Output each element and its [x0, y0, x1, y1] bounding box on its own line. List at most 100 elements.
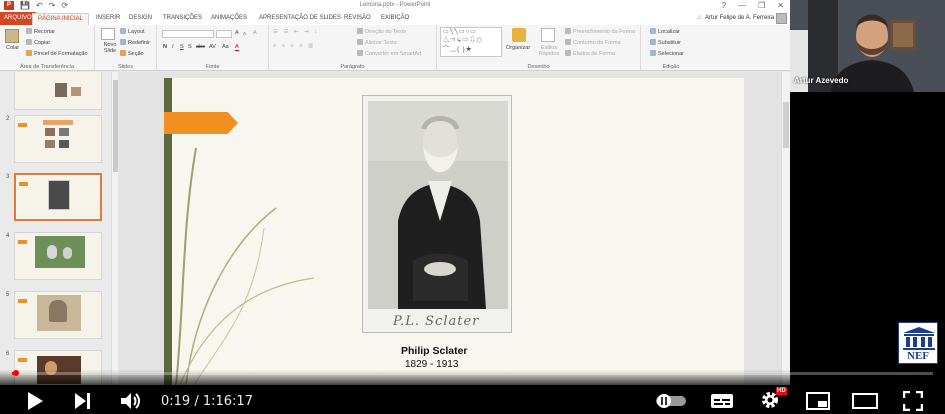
quick-styles-button[interactable]: Estilos Rápidos	[537, 45, 561, 57]
font-name-field[interactable]	[162, 30, 214, 38]
nef-logo-text: NEF	[907, 350, 929, 362]
tab-home[interactable]: PÁGINA INICIAL	[32, 13, 90, 25]
text-direction-button[interactable]: Direção do Texto	[357, 28, 406, 35]
help-icon[interactable]: ?	[722, 1, 726, 10]
drawing-group-label: Desenho	[527, 64, 550, 70]
find-button[interactable]: Localizar	[650, 28, 680, 35]
thumbnail-image	[71, 87, 81, 96]
thumbnail-image	[47, 245, 57, 259]
thumbnails-scroll-thumb[interactable]	[113, 80, 118, 172]
miniplayer-icon[interactable]	[806, 392, 830, 410]
theater-mode-icon[interactable]	[852, 393, 878, 409]
current-slide[interactable]: P.L. Sclater Philip Sclater 1829 - 1913	[164, 78, 744, 385]
slide-number: 3	[6, 174, 10, 180]
slide-number: 6	[6, 351, 10, 357]
tab-design[interactable]: DESIGN	[129, 15, 152, 21]
char-spacing-button[interactable]: AV	[209, 44, 216, 50]
slide-thumbnail[interactable]	[14, 72, 102, 110]
portrait-caption-years: 1829 - 1913	[405, 359, 459, 370]
text-direction-label: Direção do Texto	[365, 29, 407, 35]
reset-button[interactable]: Redefinir	[120, 39, 150, 46]
slide-number: 5	[6, 292, 10, 298]
replace-icon	[650, 39, 656, 45]
section-button[interactable]: Seção	[120, 50, 144, 57]
subtitles-icon[interactable]	[710, 393, 734, 409]
close-icon[interactable]: ✕	[777, 1, 784, 10]
strikethrough-button[interactable]: abc	[196, 44, 205, 50]
ribbon: Colar Recortar Copiar Pincel de Formataç…	[0, 25, 790, 71]
play-icon[interactable]	[26, 391, 44, 411]
autoplay-toggle-icon[interactable]	[654, 393, 688, 409]
list-buttons[interactable]: ☰ ☰ ⇤ ⇥ ↕	[273, 29, 319, 35]
smartart-icon	[357, 50, 363, 56]
slide-thumbnail[interactable]	[14, 232, 102, 280]
user-avatar[interactable]	[776, 13, 787, 24]
grow-font-button[interactable]: A	[235, 30, 239, 36]
webcam-name-label: Artur Azevedo	[794, 76, 849, 85]
underline-button[interactable]: S	[180, 44, 184, 50]
portrait-image[interactable]: P.L. Sclater	[362, 95, 512, 333]
bold-button[interactable]: N	[163, 44, 167, 50]
align-buttons[interactable]: ≡ ≡ ≡ ≡ ▥	[273, 43, 315, 49]
change-case-button[interactable]: Aa	[222, 44, 229, 50]
shadow-button[interactable]: S	[188, 44, 192, 50]
next-icon[interactable]	[74, 392, 92, 410]
slide-thumbnail-selected[interactable]	[14, 173, 102, 221]
thumbnail-image	[49, 300, 67, 322]
paste-button[interactable]: Colar	[6, 45, 19, 51]
select-label: Selecionar	[658, 51, 684, 57]
thumbnail-image	[45, 140, 55, 148]
select-button[interactable]: Selecionar	[650, 50, 684, 57]
clear-format-button[interactable]: A	[253, 30, 257, 36]
clipboard-group-label: Área de Transferência	[19, 64, 75, 70]
thumbnail-arrow	[18, 240, 27, 244]
fullscreen-icon[interactable]	[903, 391, 923, 411]
shape-fill-button[interactable]: Preenchimento da Forma	[565, 28, 635, 35]
format-painter-button[interactable]: Pincel de Formatação	[26, 50, 88, 57]
shrink-font-button[interactable]: A	[243, 31, 246, 36]
smartart-button[interactable]: Converter em SmartArt	[357, 50, 422, 57]
cut-button[interactable]: Recortar	[26, 28, 55, 35]
tab-file[interactable]: ARQUIVO	[0, 12, 36, 25]
tab-insert[interactable]: INSERIR	[96, 15, 120, 21]
tab-review[interactable]: REVISÃO	[344, 15, 371, 21]
replace-button[interactable]: Substituir	[650, 39, 681, 46]
shape-outline-button[interactable]: Contorno da Forma	[565, 39, 621, 46]
nef-logo: NEF	[898, 322, 938, 364]
layout-button[interactable]: Layout	[120, 28, 145, 35]
thumbnail-arrow	[18, 123, 27, 127]
thumbnails-scrollbar[interactable]	[111, 72, 118, 385]
font-size-field[interactable]	[216, 30, 232, 38]
slide-thumbnails-pane[interactable]: 2 3 4 5 6	[0, 72, 118, 385]
layout-label: Layout	[128, 29, 145, 35]
video-player-frame[interactable]: P 💾 ↶ ↷ ⟳ Lemúria.pptx - PowerPoint ? — …	[0, 0, 945, 414]
copy-button[interactable]: Copiar	[26, 39, 50, 46]
align-text-button[interactable]: Alinhar Texto	[357, 39, 397, 46]
columns-logo-icon	[903, 327, 935, 350]
progress-bar[interactable]	[12, 370, 933, 376]
italic-button[interactable]: I	[172, 44, 174, 50]
format-painter-label: Pincel de Formatação	[34, 51, 88, 57]
tab-animations[interactable]: ANIMAÇÕES	[211, 15, 247, 21]
arrange-button[interactable]: Organizar	[506, 45, 530, 51]
font-group-label: Fonte	[205, 64, 220, 70]
font-group: A A A N I S S abc AV Aa A Fonte	[157, 25, 269, 71]
slide-scrollbar[interactable]	[781, 72, 790, 385]
tab-transitions[interactable]: TRANSIÇÕES	[163, 15, 202, 21]
slide-scroll-thumb[interactable]	[783, 102, 789, 148]
tab-view[interactable]: EXIBIÇÃO	[381, 15, 409, 21]
shapes-gallery[interactable]: ▭╲╲▭○▭ △ㄱ↳⇨⇩⬡ ⌒﹏{ }★	[440, 27, 502, 57]
new-slide-button[interactable]: Novo Slide	[99, 42, 121, 54]
minimize-icon[interactable]: —	[738, 1, 746, 10]
slide-thumbnail[interactable]	[14, 291, 102, 339]
volume-icon[interactable]	[120, 391, 142, 411]
thumbnail-image	[63, 247, 72, 259]
user-account[interactable]: ⚠ Artur Felipe de A. Ferreira	[697, 14, 774, 21]
shape-effects-button[interactable]: Efeitos de Forma	[565, 50, 615, 57]
tab-slideshow[interactable]: APRESENTAÇÃO DE SLIDES	[259, 15, 341, 21]
slide-thumbnail[interactable]	[14, 115, 102, 163]
restore-icon[interactable]: ❐	[758, 1, 765, 10]
progress-scrubber[interactable]	[13, 370, 19, 376]
font-color-button[interactable]: A	[235, 44, 239, 51]
scissors-icon	[26, 28, 32, 34]
